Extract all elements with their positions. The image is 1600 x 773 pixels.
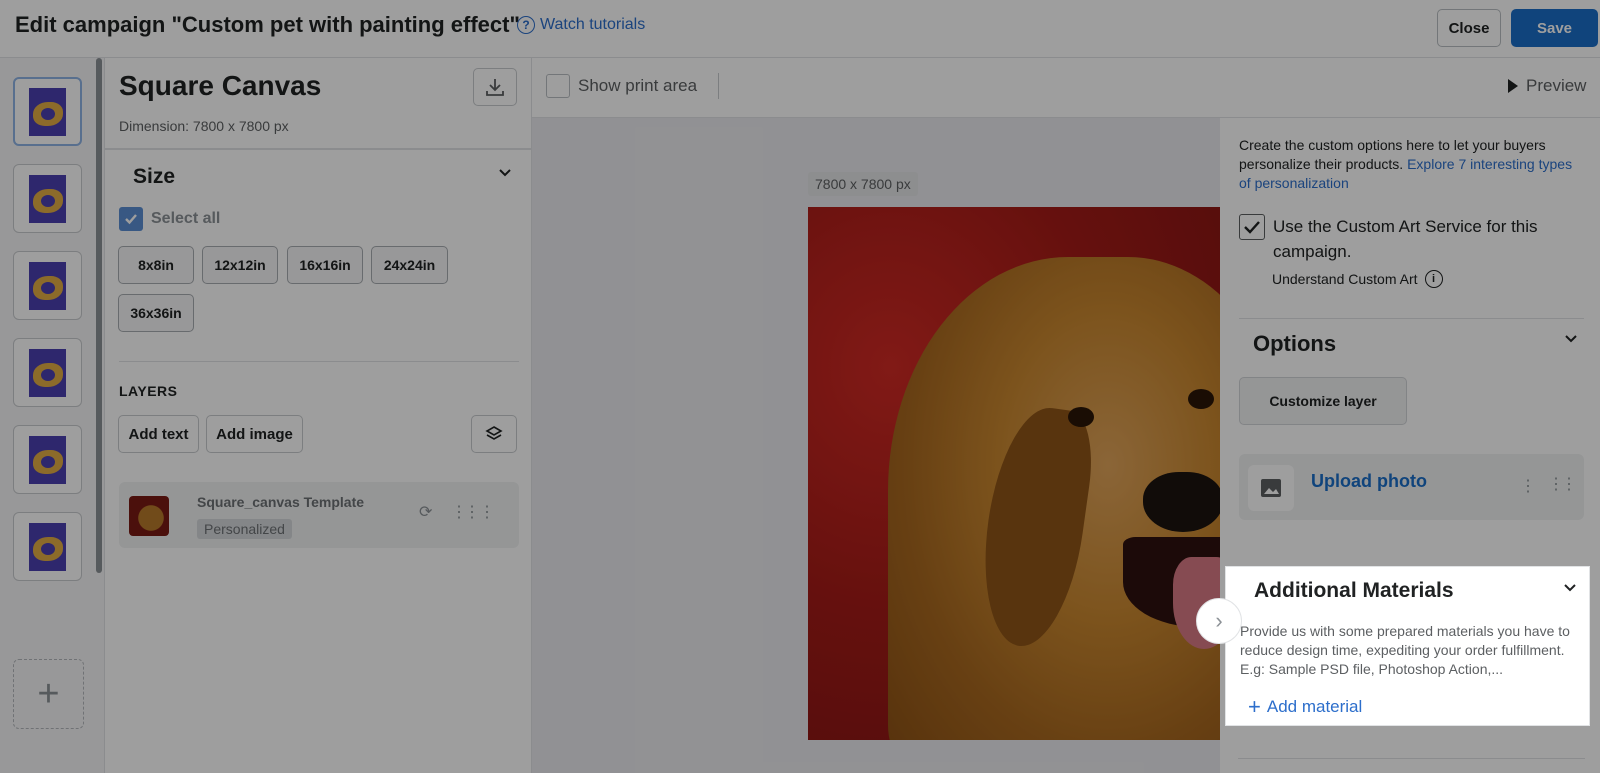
size-option[interactable]: 8x8in: [118, 246, 194, 284]
watch-tutorials-link[interactable]: ? Watch tutorials: [517, 16, 645, 34]
size-heading: Size: [133, 165, 176, 188]
product-panel: Square Canvas Dimension: 7800 x 7800 px …: [105, 58, 532, 773]
custom-art-checkbox[interactable]: Use the Custom Art Service for this camp…: [1239, 214, 1573, 264]
additional-materials-heading: Additional Materials: [1254, 579, 1454, 602]
upload-photo-label: Upload photo: [1311, 471, 1427, 491]
thumbnail-image: [29, 348, 66, 397]
additional-materials-description: Provide us with some prepared materials …: [1240, 623, 1570, 677]
chevron-down-icon: [1565, 335, 1577, 343]
size-collapse-toggle[interactable]: [497, 164, 513, 185]
top-header: Edit campaign "Custom pet with painting …: [0, 0, 1600, 58]
chevron-right-icon: ›: [1215, 608, 1223, 633]
play-icon: [1508, 79, 1518, 93]
layer-item[interactable]: Square_canvas Template Personalized ⟳ ⋮⋮…: [119, 482, 519, 548]
image-icon: [1248, 465, 1294, 511]
layer-thumbnail: [129, 496, 169, 536]
add-image-button[interactable]: Add image: [206, 415, 303, 453]
options-heading: Options: [1253, 331, 1337, 356]
layers-button[interactable]: [471, 415, 517, 453]
personalized-badge: Personalized: [197, 519, 292, 539]
thumbnail-image: [29, 261, 66, 310]
size-option[interactable]: 16x16in: [287, 246, 363, 284]
mockup-thumbnail[interactable]: [13, 512, 82, 581]
divider: [105, 148, 532, 150]
checkbox-checked-icon: [1239, 214, 1265, 240]
sync-icon[interactable]: ⟳: [419, 502, 432, 522]
more-options-icon[interactable]: ⋮: [1520, 476, 1536, 496]
product-title: Square Canvas: [119, 70, 322, 101]
mockup-thumbnail-column: +: [0, 58, 105, 773]
dog-nose: [1143, 472, 1220, 532]
save-button[interactable]: Save: [1511, 9, 1598, 47]
divider: [718, 73, 719, 99]
checkbox-empty-icon: [546, 74, 570, 98]
mockup-thumbnail[interactable]: [13, 425, 82, 494]
mockup-thumbnail[interactable]: [13, 338, 82, 407]
mockup-thumbnail[interactable]: [13, 251, 82, 320]
thumbnail-image: [29, 87, 66, 136]
options-collapse-toggle[interactable]: [1563, 330, 1579, 351]
dog-eye: [1188, 389, 1214, 409]
drag-handle-icon[interactable]: ⋮⋮: [1548, 474, 1577, 494]
page-title: Edit campaign "Custom pet with painting …: [15, 12, 520, 37]
layers-heading: LAYERS: [119, 383, 178, 399]
more-options-icon[interactable]: ⋮: [479, 502, 495, 522]
add-material-label: Add material: [1266, 697, 1363, 716]
customize-layer-button[interactable]: Customize layer: [1239, 377, 1407, 425]
divider: [1238, 758, 1585, 759]
add-material-link[interactable]: + Add material: [1248, 696, 1362, 718]
add-text-button[interactable]: Add text: [118, 415, 199, 453]
artwork-image[interactable]: [808, 207, 1220, 740]
mockup-thumbnail[interactable]: [13, 164, 82, 233]
chevron-down-icon: [1564, 584, 1576, 592]
additional-materials-card: Additional Materials Provide us with som…: [1225, 566, 1590, 726]
intro-text: Create the custom options here to let yo…: [1239, 136, 1584, 193]
select-all-label: Select all: [151, 210, 221, 227]
layers-icon: [485, 426, 503, 440]
drag-handle-icon[interactable]: ⋮⋮: [451, 502, 480, 522]
plus-icon: +: [37, 672, 60, 715]
info-icon: i: [1424, 270, 1443, 288]
understand-custom-art-link[interactable]: Understand Custom Art i: [1272, 270, 1443, 288]
dog-painting: [888, 257, 1220, 740]
checkbox-checked-icon: [119, 207, 143, 231]
close-button[interactable]: Close: [1437, 9, 1501, 47]
preview-button[interactable]: Preview: [1508, 76, 1586, 96]
preview-label: Preview: [1526, 76, 1587, 95]
thumbnail-image: [29, 174, 66, 223]
show-print-area-label: Show print area: [578, 76, 698, 95]
select-all-checkbox[interactable]: Select all: [119, 207, 220, 231]
canvas-dimension-label: 7800 x 7800 px: [808, 172, 918, 196]
thumbnail-image: [29, 435, 66, 484]
dog-ear: [971, 401, 1100, 653]
dog-eye: [1068, 407, 1094, 427]
next-step-button[interactable]: ›: [1196, 598, 1242, 644]
canvas-toolbar: Show print area Preview: [532, 58, 1600, 118]
understand-custom-art-label: Understand Custom Art: [1272, 271, 1418, 287]
design-canvas: 7800 x 7800 px: [532, 118, 1220, 773]
plus-icon: +: [1248, 694, 1261, 719]
divider: [1239, 318, 1584, 319]
download-icon: [486, 79, 504, 96]
divider: [119, 361, 519, 362]
download-button[interactable]: [473, 68, 517, 106]
size-option[interactable]: 24x24in: [371, 246, 448, 284]
add-mockup-button[interactable]: +: [13, 659, 84, 729]
thumbnail-scrollbar[interactable]: [96, 58, 102, 573]
size-option[interactable]: 36x36in: [118, 294, 194, 332]
additional-materials-toggle[interactable]: [1562, 579, 1578, 600]
chevron-down-icon: [499, 169, 511, 177]
watch-tutorials-label: Watch tutorials: [540, 16, 646, 33]
size-option[interactable]: 12x12in: [202, 246, 278, 284]
upload-photo-option[interactable]: Upload photo ⋮ ⋮⋮: [1239, 454, 1584, 520]
custom-art-label: Use the Custom Art Service for this camp…: [1273, 217, 1538, 261]
help-icon: ?: [517, 16, 535, 34]
dimension-text: Dimension: 7800 x 7800 px: [119, 118, 289, 134]
show-print-area-checkbox[interactable]: Show print area: [546, 74, 697, 98]
mockup-thumbnail[interactable]: [13, 77, 82, 146]
thumbnail-image: [29, 522, 66, 571]
layer-name: Square_canvas Template: [197, 494, 365, 510]
